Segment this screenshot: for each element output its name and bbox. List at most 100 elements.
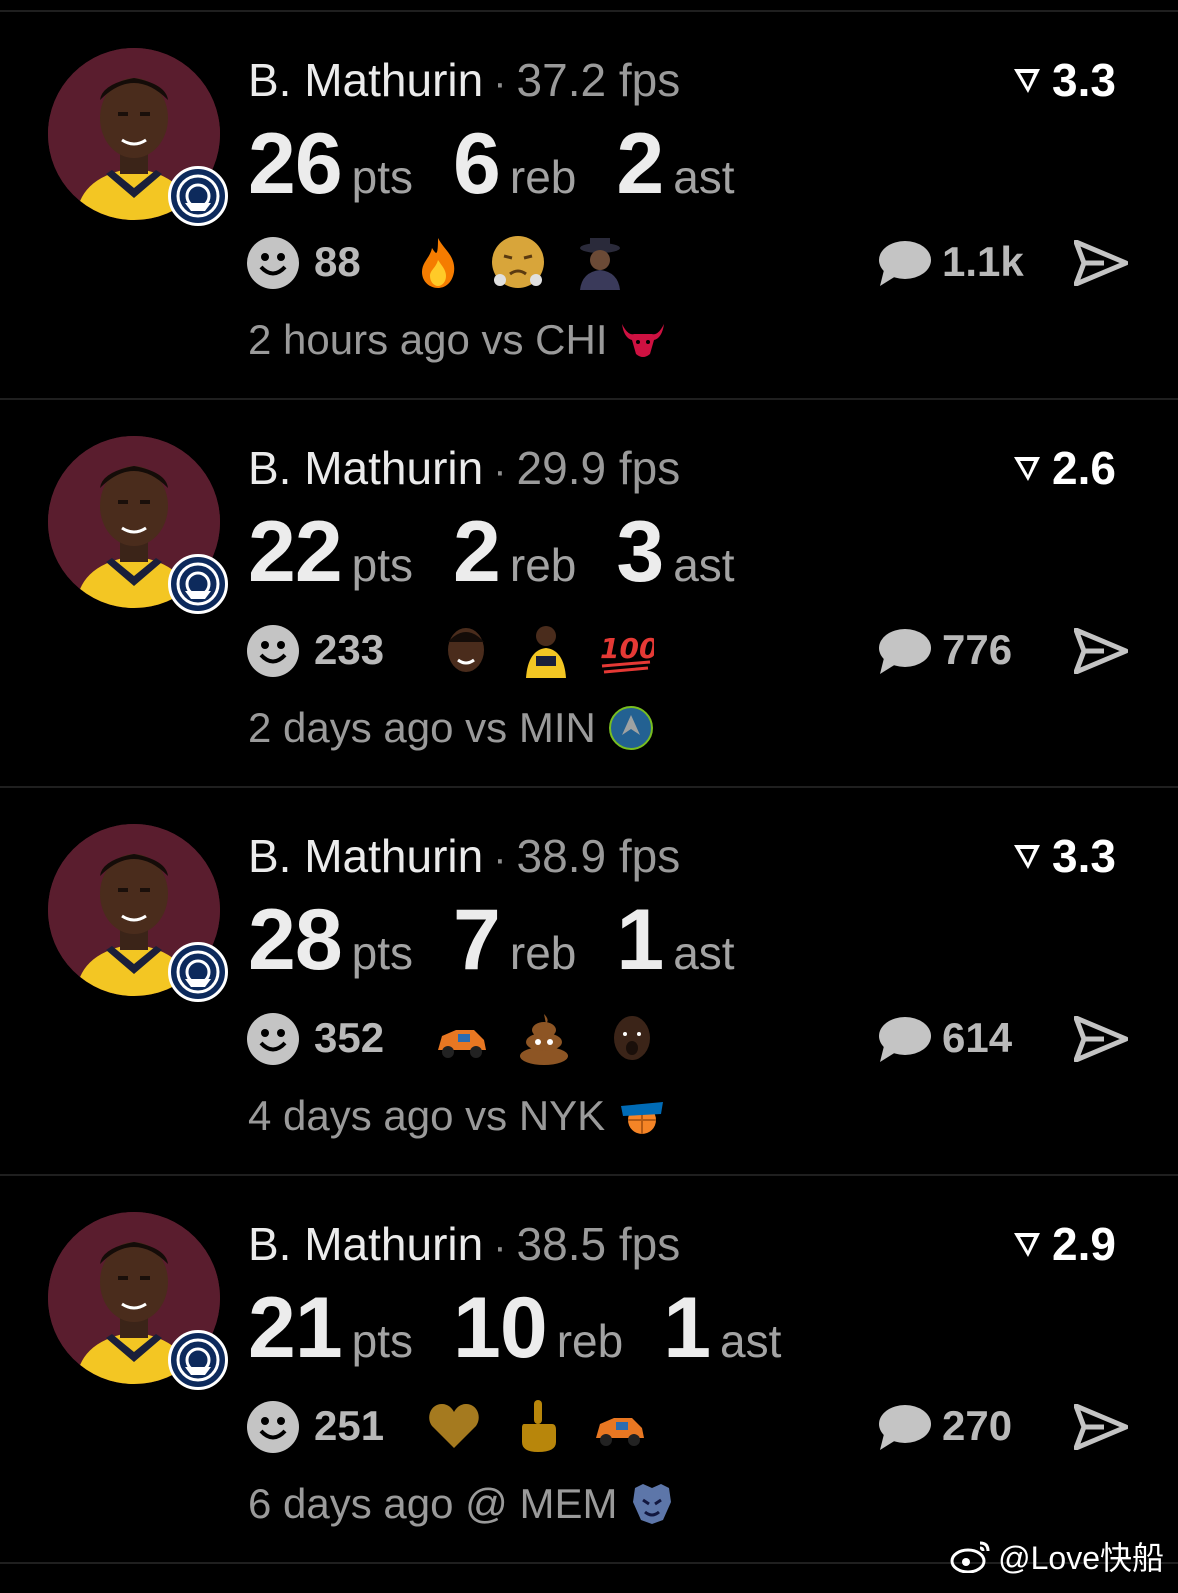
comment-icon[interactable] bbox=[876, 1014, 932, 1064]
middle-finger-emoji-icon[interactable] bbox=[510, 1398, 566, 1454]
rating: 3.3 bbox=[1012, 830, 1116, 882]
game-card[interactable]: B. Mathurin · 29.9 fps 2.6 22 pts 2 reb 3 ast… bbox=[0, 400, 1178, 788]
rating: 3.3 bbox=[1012, 54, 1116, 106]
smile-reaction-icon[interactable] bbox=[246, 1012, 300, 1066]
card-header: B. Mathurin · 29.9 fps bbox=[248, 442, 680, 497]
game-time-opponent[interactable]: 6 days ago @ MEM bbox=[248, 1480, 617, 1528]
comment-count[interactable]: 270 bbox=[942, 1402, 1012, 1450]
reaction-row: 251 270 bbox=[246, 1398, 1146, 1454]
timberwolves-logo-icon bbox=[608, 706, 653, 750]
game-time-opponent[interactable]: 4 days ago vs NYK bbox=[248, 1092, 605, 1140]
points-label: pts bbox=[351, 539, 414, 591]
points-label: pts bbox=[351, 151, 414, 203]
player-face-sticker-icon[interactable] bbox=[604, 1010, 660, 1066]
assists-label: ast bbox=[673, 151, 735, 203]
watermark-text: @Love快船 bbox=[998, 1540, 1164, 1576]
stat-line: 21 pts 10 reb 1 ast bbox=[248, 1280, 821, 1376]
assists-value: 1 bbox=[616, 892, 664, 988]
rebounds-value: 7 bbox=[453, 892, 501, 988]
smile-reaction-icon[interactable] bbox=[246, 1400, 300, 1454]
player-name[interactable]: B. Mathurin bbox=[248, 442, 483, 494]
game-meta: 4 days ago vs NYK bbox=[248, 1092, 667, 1140]
reaction-count[interactable]: 251 bbox=[314, 1402, 384, 1450]
player-jersey-sticker-icon[interactable] bbox=[518, 622, 574, 678]
game-time-opponent[interactable]: 2 hours ago vs CHI bbox=[248, 316, 608, 364]
rebounds-value: 2 bbox=[453, 504, 501, 600]
reaction-count[interactable]: 233 bbox=[314, 626, 384, 674]
game-time-opponent[interactable]: 2 days ago vs MIN bbox=[248, 704, 596, 752]
stat-line: 28 pts 7 reb 1 ast bbox=[248, 892, 775, 988]
comment-icon[interactable] bbox=[876, 238, 932, 288]
rebounds-value: 10 bbox=[453, 1280, 548, 1376]
assists-value: 2 bbox=[616, 116, 664, 212]
assists-value: 1 bbox=[663, 1280, 711, 1376]
comment-count[interactable]: 1.1k bbox=[942, 238, 1024, 286]
rebounds-label: reb bbox=[509, 151, 577, 203]
comment-count[interactable]: 776 bbox=[942, 626, 1012, 674]
fantasy-points: 38.5 fps bbox=[516, 1218, 681, 1270]
card-header: B. Mathurin · 38.5 fps bbox=[248, 1218, 680, 1273]
steam-nose-emoji-icon[interactable] bbox=[490, 234, 546, 290]
card-header: B. Mathurin · 38.9 fps bbox=[248, 830, 680, 885]
reaction-row: 352 614 bbox=[246, 1010, 1146, 1066]
rating-value: 2.6 bbox=[1052, 442, 1116, 494]
rating-triangle-icon bbox=[1014, 69, 1041, 93]
reaction-row: 233 100 776 bbox=[246, 622, 1146, 678]
separator-dot: · bbox=[493, 449, 507, 493]
gold-heart-emoji-icon[interactable] bbox=[426, 1398, 482, 1454]
card-header: B. Mathurin · 37.2 fps bbox=[248, 54, 680, 109]
rating-triangle-icon bbox=[1014, 457, 1041, 481]
smile-reaction-icon[interactable] bbox=[246, 624, 300, 678]
fire-emoji-icon[interactable] bbox=[410, 234, 466, 290]
grizzlies-logo-icon bbox=[633, 1484, 672, 1524]
assists-label: ast bbox=[673, 927, 735, 979]
fantasy-points: 29.9 fps bbox=[516, 442, 681, 494]
watermark: @Love快船 bbox=[950, 1533, 1164, 1579]
rebounds-label: reb bbox=[509, 927, 577, 979]
rating-value: 3.3 bbox=[1052, 830, 1116, 882]
player-name[interactable]: B. Mathurin bbox=[248, 54, 483, 106]
share-arrow-icon[interactable] bbox=[1074, 628, 1128, 674]
reaction-count[interactable]: 88 bbox=[314, 238, 361, 286]
team-badge-icon bbox=[168, 1330, 228, 1390]
share-arrow-icon[interactable] bbox=[1074, 240, 1128, 286]
comment-count[interactable]: 614 bbox=[942, 1014, 1012, 1062]
game-card[interactable]: B. Mathurin · 37.2 fps 3.3 26 pts 6 reb 2 ast… bbox=[0, 12, 1178, 400]
poop-emoji-icon[interactable] bbox=[516, 1010, 572, 1066]
comment-icon[interactable] bbox=[876, 626, 932, 676]
knicks-logo-icon bbox=[621, 1102, 664, 1134]
points-value: 21 bbox=[248, 1280, 343, 1376]
race-car-emoji-icon[interactable] bbox=[434, 1010, 490, 1066]
game-card[interactable]: B. Mathurin · 38.9 fps 3.3 28 pts 7 reb 1 ast… bbox=[0, 788, 1178, 1176]
weibo-icon bbox=[950, 1541, 990, 1573]
player-name[interactable]: B. Mathurin bbox=[248, 1218, 483, 1270]
team-badge-icon bbox=[168, 942, 228, 1002]
rating-value: 2.9 bbox=[1052, 1218, 1116, 1270]
separator-dot: · bbox=[493, 61, 507, 105]
player-face-sticker-icon[interactable] bbox=[438, 622, 494, 678]
assists-label: ast bbox=[720, 1315, 782, 1367]
race-car-emoji-icon[interactable] bbox=[592, 1398, 648, 1454]
rebounds-label: reb bbox=[509, 539, 577, 591]
bulls-logo-icon bbox=[621, 324, 664, 357]
comment-icon[interactable] bbox=[876, 1402, 932, 1452]
rebounds-value: 6 bbox=[453, 116, 501, 212]
game-meta: 2 days ago vs MIN bbox=[248, 704, 654, 752]
rating-triangle-icon bbox=[1014, 1233, 1041, 1257]
player-name[interactable]: B. Mathurin bbox=[248, 830, 483, 882]
team-badge-icon bbox=[168, 554, 228, 614]
hat-person-sticker-icon[interactable] bbox=[572, 234, 628, 290]
game-meta: 2 hours ago vs CHI bbox=[248, 316, 666, 364]
smile-reaction-icon[interactable] bbox=[246, 236, 300, 290]
share-arrow-icon[interactable] bbox=[1074, 1404, 1128, 1450]
hundred-emoji-icon[interactable]: 100 bbox=[598, 622, 654, 678]
points-label: pts bbox=[351, 927, 414, 979]
rating: 2.6 bbox=[1012, 442, 1116, 494]
share-arrow-icon[interactable] bbox=[1074, 1016, 1128, 1062]
game-card[interactable]: B. Mathurin · 38.5 fps 2.9 21 pts 10 reb 1 as… bbox=[0, 1176, 1178, 1564]
assists-label: ast bbox=[673, 539, 735, 591]
reaction-row: 88 1.1k bbox=[246, 234, 1146, 290]
reaction-count[interactable]: 352 bbox=[314, 1014, 384, 1062]
rebounds-label: reb bbox=[556, 1315, 624, 1367]
fantasy-points: 38.9 fps bbox=[516, 830, 681, 882]
